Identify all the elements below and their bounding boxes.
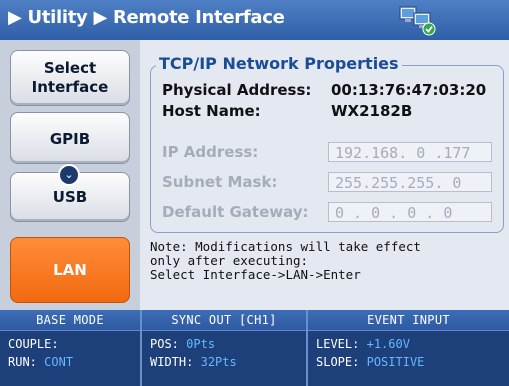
run-label: RUN: <box>8 355 37 369</box>
subnet-mask-label: Subnet Mask: <box>162 173 278 191</box>
interface-selector: Select Interface GPIB ⌄ USB LAN <box>0 40 140 310</box>
slope-value: POSITIVE <box>366 355 425 369</box>
gpib-label: GPIB <box>49 130 91 148</box>
select-interface-label-2: Interface <box>31 78 109 96</box>
lan-label: LAN <box>53 261 87 279</box>
note-text: Note: Modifications will take effect onl… <box>150 239 421 282</box>
title-bar: ▶ Utility ▶ Remote Interface <box>0 0 509 41</box>
default-gateway-field[interactable]: 0 . 0 . 0 . 0 <box>328 202 492 222</box>
tcpip-title: TCP/IP Network Properties <box>156 54 402 73</box>
ip-address-label: IP Address: <box>162 143 259 161</box>
event-input-panel[interactable]: EVENT INPUT LEVEL: +1.60V SLOPE: POSITIV… <box>308 310 509 386</box>
physical-address-value: 00:13:76:47:03:20 <box>331 81 487 99</box>
select-interface-button[interactable]: Select Interface <box>10 50 130 106</box>
host-name-value: WX2182B <box>331 102 413 120</box>
width-value: 32Pts <box>200 355 237 369</box>
network-icon <box>399 6 436 36</box>
usb-label: USB <box>52 188 88 206</box>
host-name-label: Host Name: <box>162 102 261 120</box>
breadcrumb: ▶ Utility ▶ Remote Interface <box>8 7 285 28</box>
chevron-down-icon[interactable]: ⌄ <box>58 164 80 186</box>
pos-value: 0Pts <box>186 337 216 351</box>
pos-label: POS: <box>150 337 179 351</box>
physical-address-label: Physical Address: <box>162 81 312 99</box>
width-label: WIDTH: <box>150 355 194 369</box>
ip-address-field[interactable]: 192.168. 0 .177 <box>328 142 492 162</box>
main-panel: TCP/IP Network Properties Physical Addre… <box>140 40 509 310</box>
base-mode-title: BASE MODE <box>0 310 140 331</box>
sync-out-title: SYNC OUT [CH1] <box>142 310 306 331</box>
level-label: LEVEL: <box>316 337 360 351</box>
select-interface-label-1: Select <box>43 59 97 77</box>
subnet-mask-field[interactable]: 255.255.255. 0 <box>328 172 492 192</box>
default-gateway-label: Default Gateway: <box>162 203 309 221</box>
base-mode-panel[interactable]: BASE MODE COUPLE: RUN: CONT <box>0 310 140 386</box>
couple-label: COUPLE: <box>8 337 59 351</box>
run-value: CONT <box>44 355 74 369</box>
lan-button[interactable]: LAN <box>10 237 130 303</box>
sync-out-panel[interactable]: SYNC OUT [CH1] POS: 0Pts WIDTH: 32Pts <box>142 310 306 386</box>
gpib-button[interactable]: GPIB <box>10 112 130 164</box>
event-input-title: EVENT INPUT <box>308 310 509 331</box>
status-footer: BASE MODE COUPLE: RUN: CONT SYNC OUT [CH… <box>0 310 509 386</box>
slope-label: SLOPE: <box>316 355 360 369</box>
level-value: +1.60V <box>366 337 410 351</box>
